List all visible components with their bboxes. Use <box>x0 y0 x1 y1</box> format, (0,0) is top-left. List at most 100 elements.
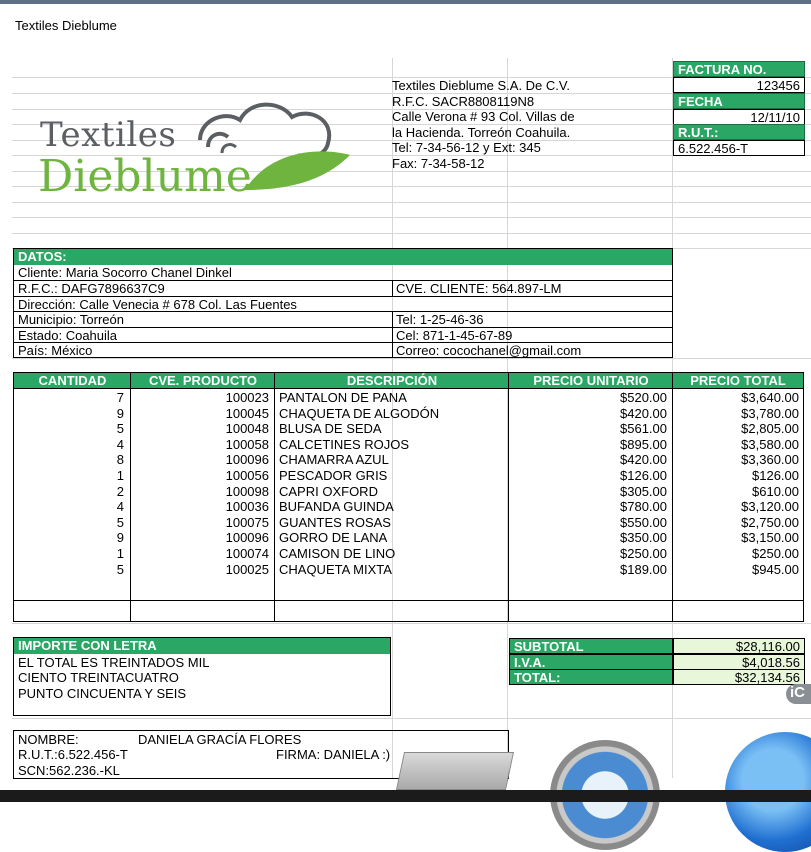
cell-precio-unitario: $780.00 <box>620 499 667 515</box>
rut-value: 6.522.456-T <box>673 140 805 156</box>
datos-tel: Tel: 1-25-46-36 <box>396 312 484 327</box>
cell-descripcion: CAPRI OXFORD <box>279 483 378 499</box>
cell-cantidad: 5 <box>116 561 124 577</box>
cell-cantidad: 7 <box>116 390 124 405</box>
importe-block: IMPORTE CON LETRA EL TOTAL ES TREINTADOS… <box>13 637 391 716</box>
items-rows: 7 100023 PANTALON DE PANA $520.00 $3,640.00 9… <box>14 390 803 590</box>
cell-cantidad: 2 <box>116 483 124 499</box>
cell-cantidad: 4 <box>116 499 124 515</box>
company-address-1: Calle Verona # 93 Col. Villas de <box>392 109 575 124</box>
cell-precio-unitario: $305.00 <box>620 483 667 499</box>
cell-precio-total: $3,580.00 <box>741 436 799 452</box>
cell-cve-producto: 100025 <box>225 561 269 577</box>
cell-cantidad: 1 <box>116 468 124 483</box>
cell-precio-total: $250.00 <box>752 546 799 561</box>
cell-descripcion: CHAQUETA MIXTA <box>279 561 392 577</box>
cell-precio-unitario: $350.00 <box>620 530 667 546</box>
cell-cantidad: 5 <box>116 421 124 437</box>
dock-fragment-label: iC <box>790 684 805 701</box>
cell-descripcion: CALCETINES ROJOS <box>279 436 410 452</box>
cell-cve-producto: 100074 <box>225 546 269 561</box>
company-info: Textiles Dieblume S.A. De C.V. R.F.C. SA… <box>392 78 672 171</box>
cell-cve-producto: 100096 <box>225 452 269 468</box>
cell-precio-total: $610.00 <box>752 483 799 499</box>
subtotal-label: SUBTOTAL <box>509 638 673 654</box>
cell-precio-total: $3,360.00 <box>741 452 799 468</box>
cell-precio-unitario: $550.00 <box>620 514 667 530</box>
cell-precio-total: $126.00 <box>752 468 799 483</box>
datos-estado: Estado: Coahuila <box>18 328 118 343</box>
cell-cve-producto: 100096 <box>225 530 269 546</box>
logo-text-dieblume: Dieblume <box>38 151 252 202</box>
cell-descripcion: BLUSA DE SEDA <box>279 421 382 437</box>
col-header-cve-producto: CVE. PRODUCTO <box>131 373 275 389</box>
table-row: 9 100045 CHAQUETA DE ALGODÓN $420.00 $3,780.… <box>14 406 803 422</box>
datos-cel: Cel: 871-1-45-67-89 <box>396 328 513 343</box>
cell-descripcion: GUANTES ROSAS <box>279 514 391 530</box>
datos-block: DATOS: Cliente: Maria Socorro Chanel Din… <box>13 248 673 358</box>
col-header-descripcion: DESCRIPCIÓN <box>275 373 509 389</box>
col-header-cantidad: CANTIDAD <box>14 373 131 389</box>
window-top-border <box>0 0 811 4</box>
importe-line-1: EL TOTAL ES TREINTADOS MIL <box>18 655 210 670</box>
table-row: 5 100048 BLUSA DE SEDA $561.00 $2,805.00 <box>14 421 803 437</box>
table-row: 9 100096 GORRO DE LANA $350.00 $3,150.00 <box>14 530 803 546</box>
cell-precio-total: $3,640.00 <box>741 390 799 405</box>
cell-precio-total: $2,750.00 <box>741 514 799 530</box>
cell-descripcion: CHAQUETA DE ALGODÓN <box>279 405 440 421</box>
cell-cve-producto: 100058 <box>225 436 269 452</box>
importe-line-2: CIENTO TREINTACUATRO <box>18 670 179 685</box>
subtotal-value: $28,116.00 <box>673 638 805 654</box>
cell-descripcion: GORRO DE LANA <box>279 530 388 546</box>
cell-cve-producto: 100045 <box>225 405 269 421</box>
signature-firma: FIRMA: DANIELA :) <box>276 747 391 762</box>
cell-cantidad: 9 <box>116 530 124 546</box>
table-row: 7 100023 PANTALON DE PANA $520.00 $3,640.00 <box>14 390 803 406</box>
cell-cantidad: 4 <box>116 436 124 452</box>
bottom-frame <box>0 790 811 802</box>
col-header-precio-total: PRECIO TOTAL <box>673 373 803 389</box>
datos-pais: País: México <box>18 343 93 358</box>
cell-cve-producto: 100023 <box>225 390 269 405</box>
nombre-value: DANIELA GRACÍA FLORES <box>138 732 302 747</box>
fecha-label: FECHA <box>673 93 805 109</box>
items-table: CANTIDAD CVE. PRODUCTO DESCRIPCIÓN PRECI… <box>13 372 804 622</box>
iva-value: $4,018.56 <box>673 654 805 670</box>
factura-label: FACTURA NO. <box>673 61 805 77</box>
cell-precio-unitario: $520.00 <box>620 390 667 405</box>
factura-value: 123456 <box>673 77 805 93</box>
company-tel: Tel: 7-34-56-12 y Ext: 345 <box>392 140 541 155</box>
total-value: $32,134.56 <box>673 669 805 685</box>
datos-cliente: Cliente: Maria Socorro Chanel Dinkel <box>18 265 232 280</box>
datos-cve-cliente: CVE. CLIENTE: 564.897-LM <box>396 281 562 296</box>
datos-correo: Correo: cocochanel@gmail.com <box>396 343 582 358</box>
signature-scn: SCN:562.236.-KL <box>18 763 120 778</box>
cell-cve-producto: 100056 <box>225 468 269 483</box>
company-address-2: la Hacienda. Torreón Coahuila. <box>392 124 571 140</box>
cell-descripcion: BUFANDA GUINDA <box>279 499 394 515</box>
company-rfc: R.F.C. SACR8808119N8 <box>392 93 535 109</box>
nombre-label: NOMBRE: <box>18 732 79 747</box>
cell-cve-producto: 100098 <box>225 483 269 499</box>
cell-cve-producto: 100075 <box>225 514 269 530</box>
cell-descripcion: CAMISON DE LINO <box>279 546 396 561</box>
col-header-precio-unitario: PRECIO UNITARIO <box>509 373 673 389</box>
importe-header: IMPORTE CON LETRA <box>14 638 390 654</box>
rut-label: R.U.T.: <box>673 124 805 140</box>
company-fax: Fax: 7-34-58-12 <box>392 155 485 171</box>
dock-fragment-icon[interactable]: iC <box>786 684 811 704</box>
company-name: Textiles Dieblume S.A. De C.V. <box>392 78 570 93</box>
cell-descripcion: PANTALON DE PANA <box>279 390 407 405</box>
importe-line-3: PUNTO CINCUENTA Y SEIS <box>18 686 187 701</box>
stationery-icon[interactable] <box>395 752 515 790</box>
fecha-value: 12/11/10 <box>673 109 805 125</box>
table-row: 5 100075 GUANTES ROSAS $550.00 $2,750.00 <box>14 515 803 531</box>
cell-descripcion: PESCADOR GRIS <box>279 468 388 483</box>
total-label: TOTAL: <box>509 669 673 685</box>
table-row: 5 100025 CHAQUETA MIXTA $189.00 $945.00 <box>14 562 803 578</box>
datos-municipio: Municipio: Torreón <box>18 312 124 327</box>
cell-precio-unitario: $420.00 <box>620 452 667 468</box>
cell-precio-unitario: $895.00 <box>620 436 667 452</box>
cell-cantidad: 8 <box>116 452 124 468</box>
cell-precio-total: $3,150.00 <box>741 530 799 546</box>
